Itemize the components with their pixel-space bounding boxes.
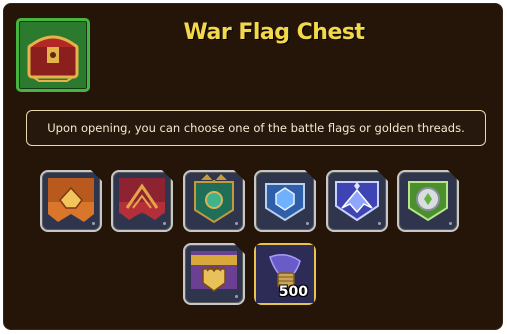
battle-flag-crimson[interactable] xyxy=(111,170,173,232)
battle-flag-emerald-icon xyxy=(194,174,234,224)
dialog-title: War Flag Chest xyxy=(183,20,366,45)
dialog-description: Upon opening, you can choose one of the … xyxy=(26,110,486,146)
battle-flag-purple-gold-icon xyxy=(191,251,237,292)
battle-flag-emerald[interactable] xyxy=(183,170,245,232)
battle-flag-green-icon xyxy=(408,181,448,222)
battle-flag-blue[interactable] xyxy=(254,170,316,232)
battle-flag-violet[interactable] xyxy=(326,170,388,232)
item-quantity: 500 xyxy=(278,284,308,300)
golden-threads[interactable]: 500 xyxy=(254,243,316,305)
battle-flag-green[interactable] xyxy=(397,170,459,232)
battle-flag-orange-icon xyxy=(48,178,94,222)
battle-flag-crimson-icon xyxy=(119,178,165,220)
battle-flag-blue-icon xyxy=(265,183,305,222)
battle-flag-purple-gold[interactable] xyxy=(183,243,245,305)
chest-dialog: War Flag Chest Upon opening, you can cho… xyxy=(3,3,503,330)
battle-flag-violet-icon xyxy=(335,181,379,222)
battle-flag-orange[interactable] xyxy=(40,170,102,232)
